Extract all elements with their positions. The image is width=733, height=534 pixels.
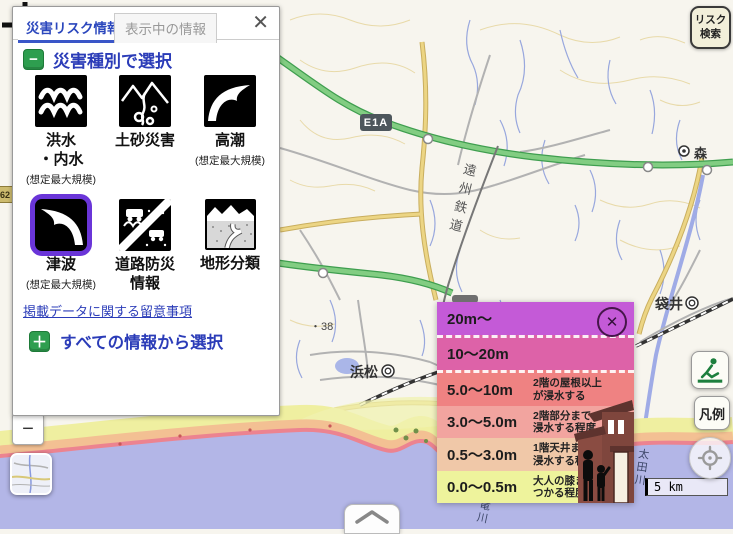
close-icon[interactable]: ✕ (252, 12, 269, 34)
minimap[interactable] (10, 453, 52, 495)
panel-tabbar: 災害リスク情報 表示中の情報 ✕ (13, 7, 279, 40)
hazard-label: 津波 (15, 256, 107, 275)
legend-row: 0.5～3.0m 1階天井まで浸水する程度 (437, 438, 634, 471)
depth-description: 2階の屋根以上が浸水する (533, 377, 602, 402)
hazard-item-terrain: 地形分類 (184, 199, 276, 276)
collapse-minus-button[interactable]: − (23, 49, 44, 70)
expand-plus-button[interactable]: ＋ (29, 331, 50, 352)
risk-search-label: 検索 (700, 28, 721, 41)
depth-label: 0.5～3.0m (437, 444, 517, 465)
risk-search-button[interactable]: リスク 検索 (690, 6, 731, 49)
running-person-icon (696, 356, 724, 384)
depth-label: 5.0～10m (437, 379, 513, 400)
risk-search-label: リスク (695, 14, 727, 27)
road-disaster-icon[interactable] (119, 199, 171, 251)
hazard-label: 高潮 (184, 132, 276, 151)
hazard-label: 洪水・内水 (15, 132, 107, 170)
storm-surge-icon[interactable] (204, 75, 256, 127)
bottom-sheet-expander[interactable] (344, 504, 400, 534)
gps-target-icon (695, 443, 725, 473)
hazard-item-road-disaster: 道路防災情報 (99, 199, 191, 296)
legend-row: 5.0～10m 2階の屋根以上が浸水する (437, 370, 634, 406)
depth-label: 3.0～5.0m (437, 411, 517, 432)
select-from-all-info[interactable]: ＋ すべての情報から選択 (29, 329, 223, 353)
flood-icon[interactable] (35, 75, 87, 127)
tab-disaster-risk-info[interactable]: 災害リスク情報 (18, 13, 129, 43)
hazard-sublabel: (想定最大規模) (15, 277, 107, 292)
tab-displayed-info[interactable]: 表示中の情報 (114, 13, 217, 43)
legend-row: 10～20m (437, 335, 634, 371)
depth-label: 0.0～0.5m (437, 476, 517, 497)
hazard-item-storm-surge: 高潮 (想定最大規模) (184, 75, 276, 168)
hazard-sublabel: (想定最大規模) (15, 172, 107, 187)
legend-close-icon[interactable]: ✕ (597, 307, 627, 337)
legend-row: 3.0～5.0m 2階部分まで浸水する程度 (437, 406, 634, 439)
hazard-item-tsunami: 津波 (想定最大規模) (15, 199, 107, 292)
landslide-icon[interactable] (119, 75, 171, 127)
scale-bar: 5 km (645, 478, 728, 496)
data-notice-link[interactable]: 掲載データに関する留意事項 (23, 301, 192, 320)
all-info-label: すべての情報から選択 (60, 329, 223, 353)
hazard-item-landslide: 土砂災害 (99, 75, 191, 153)
tsunami-icon-selected[interactable] (35, 199, 87, 251)
depth-description: 1階天井まで浸水する程度 (533, 442, 596, 467)
disaster-risk-panel: 災害リスク情報 表示中の情報 ✕ − 災害種別で選択 洪水・内水 (想定最大規模… (12, 6, 280, 416)
hazard-item-flood: 洪水・内水 (想定最大規模) (15, 75, 107, 187)
select-by-disaster-type: − 災害種別で選択 (23, 47, 172, 72)
hazard-sublabel: (想定最大規模) (184, 153, 276, 168)
hazard-label: 道路防災情報 (99, 256, 191, 294)
depth-label: 10～20m (437, 343, 509, 364)
tsunami-depth-legend: ✕ 20m～ 10～20m 5.0～10m 2階の屋根以上が浸水する 3.0～5… (437, 302, 634, 503)
e1a-route-shield: E1A (360, 114, 392, 131)
hazard-label: 土砂災害 (99, 132, 191, 151)
depth-label: 20m～ (437, 308, 492, 329)
section-title: 災害種別で選択 (53, 47, 172, 72)
legend-row: 0.0～0.5m 大人の膝までつかる程度 (437, 471, 634, 504)
terrain-classification-icon[interactable] (205, 199, 256, 250)
zoom-out-button[interactable]: − (12, 413, 44, 445)
chevron-up-icon (345, 505, 399, 529)
legend-button[interactable]: 凡例 (694, 396, 730, 430)
evacuation-site-button[interactable] (691, 351, 729, 389)
gps-location-button[interactable] (689, 437, 731, 479)
depth-description: 2階部分まで浸水する程度 (533, 410, 596, 435)
depth-description: 大人の膝までつかる程度 (533, 475, 596, 500)
hazard-label: 地形分類 (184, 255, 276, 274)
